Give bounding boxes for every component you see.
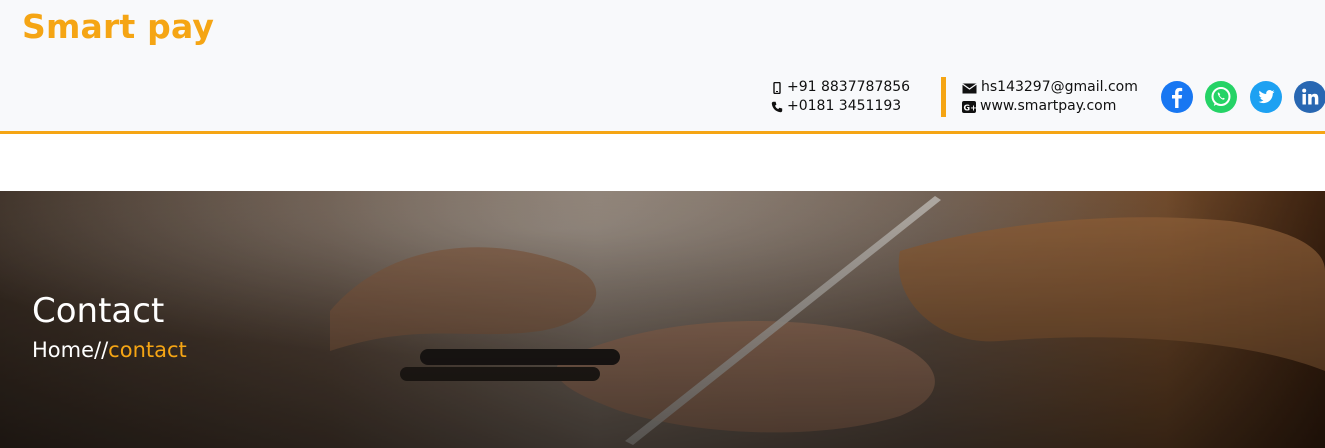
email-row: hs143297@gmail.com (962, 78, 1138, 97)
envelope-icon (962, 83, 977, 93)
facebook-icon (1161, 81, 1193, 113)
twitter-icon (1250, 81, 1282, 113)
landline-row: +0181 3451193 (771, 97, 910, 116)
linkedin-icon (1294, 81, 1325, 113)
facebook-link[interactable] (1161, 81, 1193, 113)
whatsapp-link[interactable] (1205, 81, 1237, 113)
twitter-link[interactable] (1250, 81, 1282, 113)
svg-text:G+: G+ (964, 103, 977, 112)
breadcrumb-separator: // (94, 338, 109, 362)
breadcrumb: Home//contact (32, 338, 187, 362)
google-plus-icon: G+ (962, 100, 977, 113)
whatsapp-icon (1205, 81, 1237, 113)
website-url[interactable]: www.smartpay.com (980, 97, 1116, 116)
linkedin-link[interactable] (1294, 81, 1325, 113)
mobile-phone-icon (773, 81, 781, 94)
site-header: Smart pay +91 8837787856 +0181 3451193 h… (0, 0, 1325, 134)
breadcrumb-home-link[interactable]: Home (32, 338, 94, 362)
brand-logo[interactable]: Smart pay (22, 7, 214, 46)
phone-contacts: +91 8837787856 +0181 3451193 (771, 78, 910, 116)
page-banner: Contact Home//contact (0, 191, 1325, 448)
phone-icon (771, 101, 783, 112)
landline-number[interactable]: +0181 3451193 (787, 97, 901, 116)
banner-background-image (0, 191, 1325, 448)
page-title: Contact (32, 291, 165, 331)
email-address[interactable]: hs143297@gmail.com (981, 78, 1138, 97)
website-row: G+ www.smartpay.com (962, 97, 1138, 116)
mobile-row: +91 8837787856 (771, 78, 910, 97)
breadcrumb-current: contact (108, 338, 187, 362)
mobile-number[interactable]: +91 8837787856 (787, 78, 910, 97)
online-contacts: hs143297@gmail.com G+ www.smartpay.com (962, 78, 1138, 116)
header-divider (941, 77, 946, 117)
